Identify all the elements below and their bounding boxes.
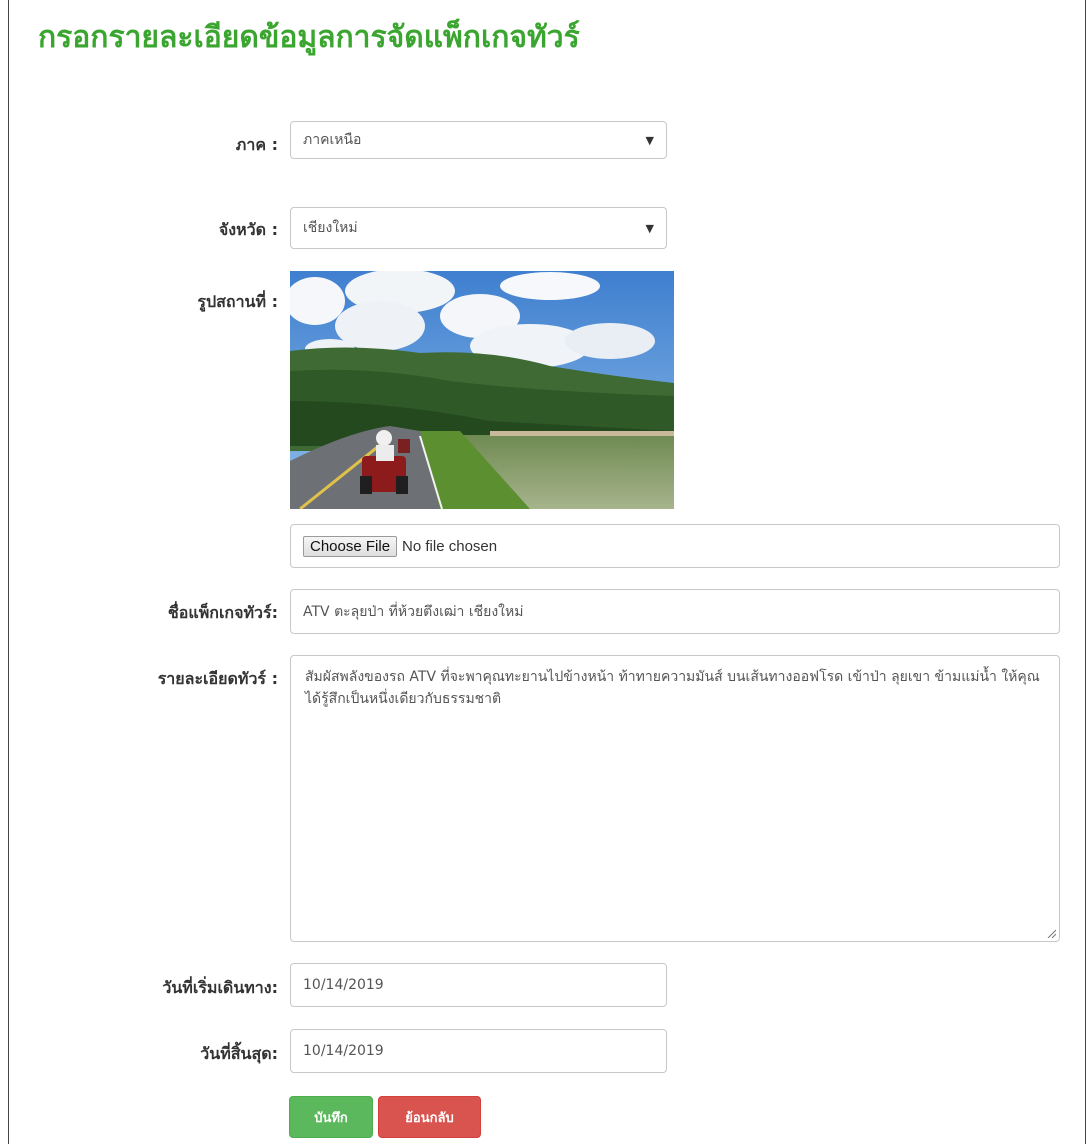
place-photo — [290, 271, 674, 509]
start-date-value: 10/14/2019 — [303, 977, 384, 993]
atv-landscape-image — [290, 271, 674, 509]
package-name-value: ATV ตะลุยป่า ที่ห้วยตึงเฒ่า เชียงใหม่ — [303, 603, 524, 620]
resize-grip-icon[interactable] — [1046, 928, 1056, 938]
caret-down-icon: ▼ — [645, 221, 654, 235]
file-status-text: No file chosen — [402, 537, 498, 555]
package-name-label: ชื่อแพ็กเกจทัวร์: — [167, 603, 278, 622]
end-date-input[interactable]: 10/14/2019 — [290, 1029, 667, 1073]
province-select[interactable]: เชียงใหม่ ▼ — [290, 207, 667, 249]
province-select-value: เชียงใหม่ — [303, 220, 358, 236]
region-label: ภาค : — [235, 135, 278, 154]
details-label: รายละเอียดทัวร์ : — [157, 669, 278, 688]
end-date-label: วันที่สิ้นสุด: — [200, 1044, 278, 1063]
start-date-input[interactable]: 10/14/2019 — [290, 963, 667, 1007]
caret-down-icon: ▼ — [645, 133, 654, 147]
back-button[interactable]: ย้อนกลับ — [378, 1096, 481, 1138]
province-label: จังหวัด : — [218, 220, 278, 239]
end-date-value: 10/14/2019 — [303, 1043, 384, 1059]
save-button[interactable]: บันทึก — [289, 1096, 373, 1138]
details-text: สัมผัสพลังของรถ ATV ที่จะพาคุณทะยานไปข้า… — [305, 669, 1040, 707]
package-name-input[interactable]: ATV ตะลุยป่า ที่ห้วยตึงเฒ่า เชียงใหม่ — [290, 589, 1060, 634]
region-select[interactable]: ภาคเหนือ ▼ — [290, 121, 667, 159]
start-date-label: วันที่เริ่มเดินทาง: — [162, 978, 278, 997]
photo-label: รูปสถานที่ : — [197, 292, 278, 311]
choose-file-button[interactable]: Choose File — [303, 535, 398, 557]
file-input[interactable]: Choose File No file chosen — [290, 524, 1060, 568]
region-select-value: ภาคเหนือ — [303, 132, 362, 148]
details-textarea[interactable]: สัมผัสพลังของรถ ATV ที่จะพาคุณทะยานไปข้า… — [290, 655, 1060, 942]
page-title: กรอกรายละเอียดข้อมูลการจัดแพ็กเกจทัวร์ — [38, 20, 580, 55]
